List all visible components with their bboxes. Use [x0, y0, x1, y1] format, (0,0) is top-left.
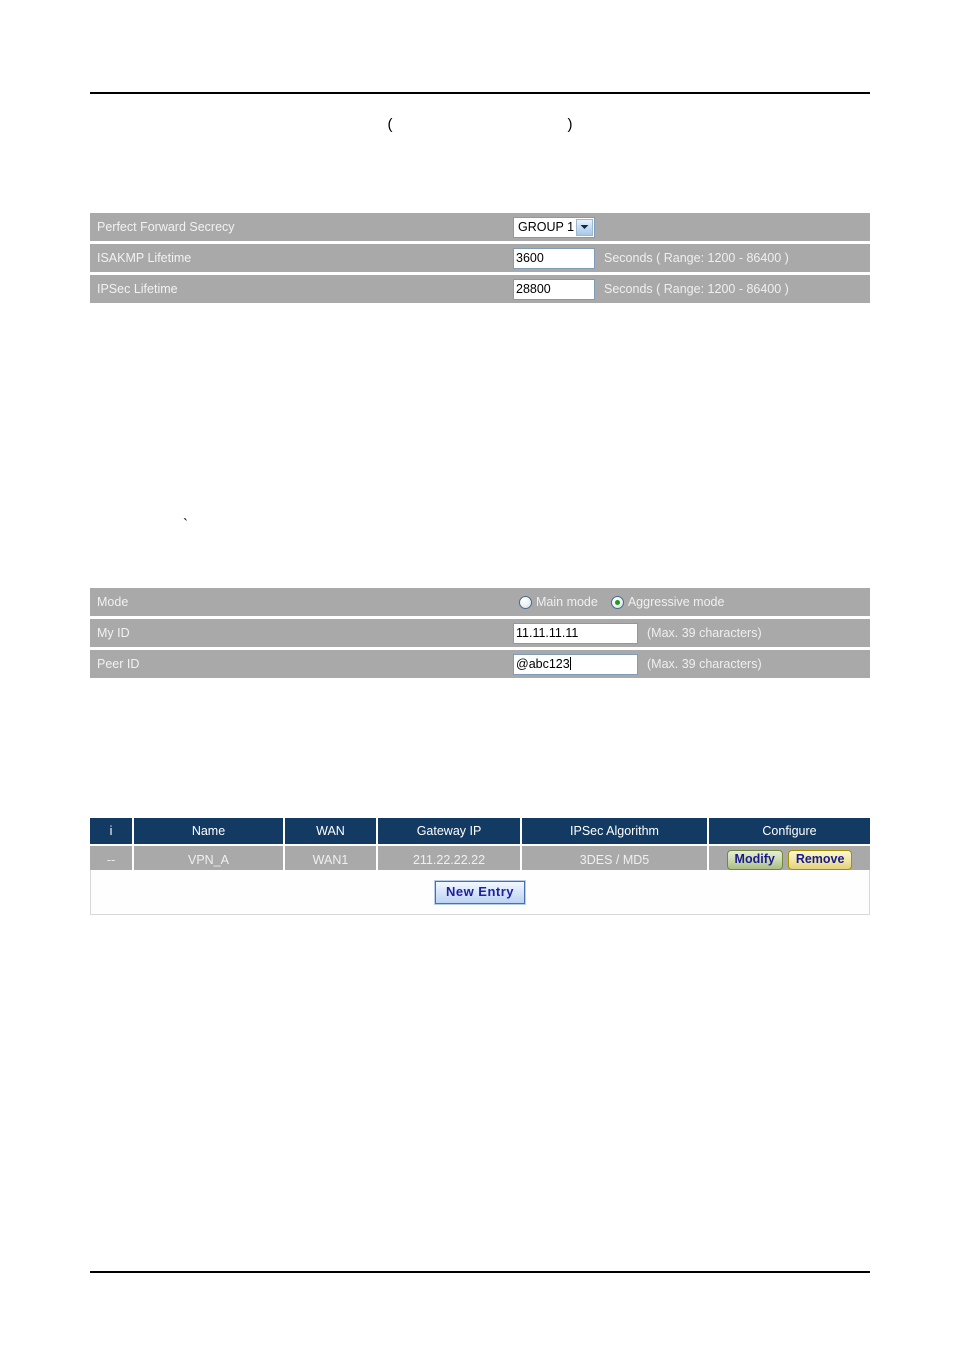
value-mode: Main mode Aggressive mode [510, 588, 870, 616]
label-isakmp-lifetime: ISAKMP Lifetime [90, 244, 510, 272]
ipsec-lifetime-hint: Seconds ( Range: 1200 - 86400 ) [604, 282, 789, 296]
radio-aggressive-mode[interactable]: Aggressive mode [610, 595, 725, 609]
row-peer-id: Peer ID @abc123 (Max. 39 characters) [90, 650, 870, 678]
header-paren-open: ( [387, 116, 393, 133]
text-caret [569, 656, 571, 670]
table-header-row: i Name WAN Gateway IP IPSec Algorithm Co… [90, 818, 870, 846]
value-my-id: 11.11.11.11 (Max. 39 characters) [510, 619, 870, 647]
row-perfect-forward-secrecy: Perfect Forward Secrecy GROUP 1 [90, 213, 870, 241]
header-paren-close: ) [567, 116, 573, 133]
label-my-id: My ID [90, 619, 510, 647]
entry-list-footer: New Entry [90, 870, 870, 915]
new-entry-button[interactable]: New Entry [434, 880, 526, 904]
label-ipsec-lifetime: IPSec Lifetime [90, 275, 510, 303]
page-header-text: () [90, 112, 870, 138]
peer-id-input-text: @abc123 [516, 656, 570, 671]
column-header-gateway-ip: Gateway IP [377, 818, 522, 846]
column-header-configure: Configure [708, 818, 870, 846]
remove-button[interactable]: Remove [787, 850, 853, 870]
row-ipsec-lifetime: IPSec Lifetime 28800 Seconds ( Range: 12… [90, 275, 870, 303]
column-header-name: Name [133, 818, 285, 846]
radio-main-mode-icon[interactable] [519, 595, 532, 609]
peer-id-hint: (Max. 39 characters) [647, 657, 762, 671]
value-perfect-forward-secrecy: GROUP 1 [510, 213, 870, 241]
radio-aggressive-mode-icon[interactable] [610, 595, 624, 609]
isakmp-lifetime-hint: Seconds ( Range: 1200 - 86400 ) [604, 251, 789, 265]
id-settings-table: Mode Main mode Aggressive mode My ID 11.… [90, 588, 870, 678]
label-perfect-forward-secrecy: Perfect Forward Secrecy [90, 213, 510, 241]
stray-backtick-glyph: ` [183, 516, 188, 533]
value-isakmp-lifetime: 3600 Seconds ( Range: 1200 - 86400 ) [510, 244, 870, 272]
value-ipsec-lifetime: 28800 Seconds ( Range: 1200 - 86400 ) [510, 275, 870, 303]
my-id-input[interactable]: 11.11.11.11 [513, 622, 638, 644]
column-header-wan: WAN [284, 818, 378, 846]
value-peer-id: @abc123 (Max. 39 characters) [510, 650, 870, 678]
column-header-ipsec-algorithm: IPSec Algorithm [521, 818, 709, 846]
perfect-forward-secrecy-select[interactable]: GROUP 1 [513, 216, 595, 238]
ipsec-lifetime-input[interactable]: 28800 [513, 278, 595, 300]
page-bottom-rule [90, 1271, 870, 1273]
column-header-index: i [90, 818, 134, 846]
peer-id-input[interactable]: @abc123 [513, 653, 638, 675]
page-top-rule [90, 92, 870, 94]
mode-radio-group: Main mode Aggressive mode [513, 595, 730, 609]
row-isakmp-lifetime: ISAKMP Lifetime 3600 Seconds ( Range: 12… [90, 244, 870, 272]
my-id-hint: (Max. 39 characters) [647, 626, 762, 640]
modify-button[interactable]: Modify [726, 850, 783, 870]
label-peer-id: Peer ID [90, 650, 510, 678]
ike-settings-table: Perfect Forward Secrecy GROUP 1 ISAKMP L… [90, 213, 870, 303]
row-mode: Mode Main mode Aggressive mode [90, 588, 870, 616]
label-mode: Mode [90, 588, 510, 616]
vpn-entry-list-table: i Name WAN Gateway IP IPSec Algorithm Co… [90, 818, 870, 874]
chevron-down-icon[interactable] [576, 218, 593, 236]
isakmp-lifetime-input[interactable]: 3600 [513, 247, 595, 269]
radio-main-mode[interactable]: Main mode [519, 595, 598, 609]
row-my-id: My ID 11.11.11.11 (Max. 39 characters) [90, 619, 870, 647]
radio-main-mode-label: Main mode [536, 595, 598, 609]
radio-aggressive-mode-label: Aggressive mode [627, 595, 725, 609]
perfect-forward-secrecy-selected-value: GROUP 1 [518, 219, 575, 234]
